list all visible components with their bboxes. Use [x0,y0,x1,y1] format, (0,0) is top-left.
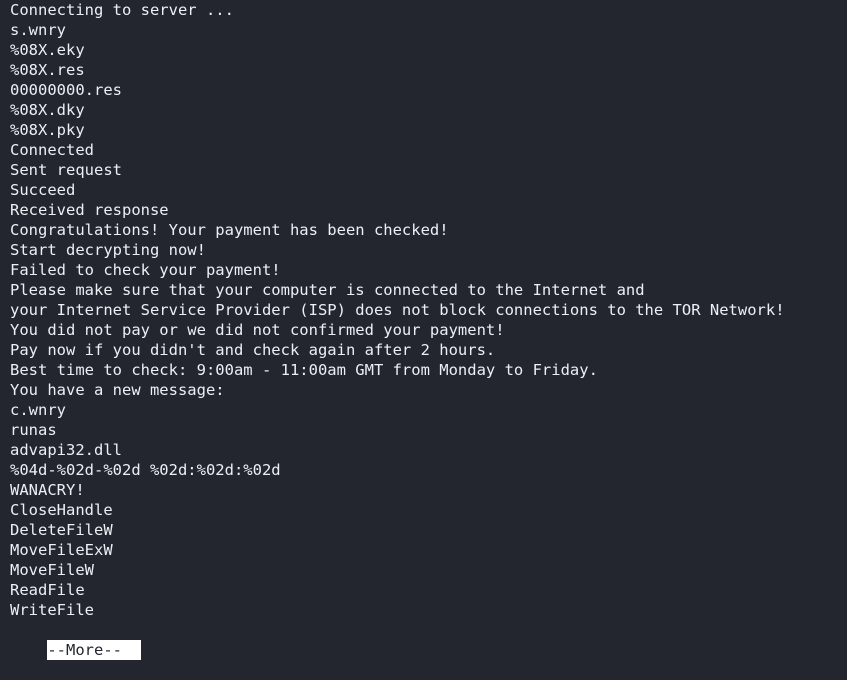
terminal-line: %08X.eky [10,41,85,59]
terminal-line: Failed to check your payment! [10,261,281,279]
terminal-line: Succeed [10,181,76,199]
terminal-line: runas [10,421,57,439]
terminal-line: your Internet Service Provider (ISP) doe… [10,301,785,319]
terminal-line: Best time to check: 9:00am - 11:00am GMT… [10,361,598,379]
terminal-line: advapi32.dll [10,441,122,459]
terminal-line: Received response [10,201,169,219]
pager-more-label: --More-- [47,640,122,660]
terminal-line: %08X.pky [10,121,85,139]
terminal-line-list: Connecting to server ... s.wnry %08X.eky %0… [10,0,847,620]
terminal-line: Sent request [10,161,122,179]
terminal-line: c.wnry [10,401,66,419]
terminal-line: DeleteFileW [10,521,113,539]
terminal-line: s.wnry [10,21,66,39]
terminal-line: Connected [10,141,94,159]
terminal-line: Start decrypting now! [10,241,206,259]
terminal-line: 00000000.res [10,81,122,99]
terminal-line: %08X.res [10,61,85,79]
terminal-line: Congratulations! Your payment has been c… [10,221,449,239]
terminal-line: %04d-%02d-%02d %02d:%02d:%02d [10,461,281,479]
terminal-line: MoveFileW [10,561,94,579]
terminal-line: You have a new message: [10,381,225,399]
terminal-line: WANACRY! [10,481,85,499]
terminal-line: %08X.dky [10,101,85,119]
terminal-line: MoveFileExW [10,541,113,559]
terminal-line: ReadFile [10,581,85,599]
terminal-cursor-block [121,640,141,660]
terminal-line: CloseHandle [10,501,113,519]
terminal-line: Please make sure that your computer is c… [10,281,645,299]
terminal-line: WriteFile [10,601,94,619]
terminal-line: Connecting to server ... [10,1,234,19]
terminal-line: Pay now if you didn't and check again af… [10,341,496,359]
terminal-line: You did not pay or we did not confirmed … [10,321,505,339]
pager-more-prompt[interactable]: --More-- [10,620,847,660]
terminal-output-pane[interactable]: Connecting to server ... s.wnry %08X.eky %0… [0,0,847,660]
